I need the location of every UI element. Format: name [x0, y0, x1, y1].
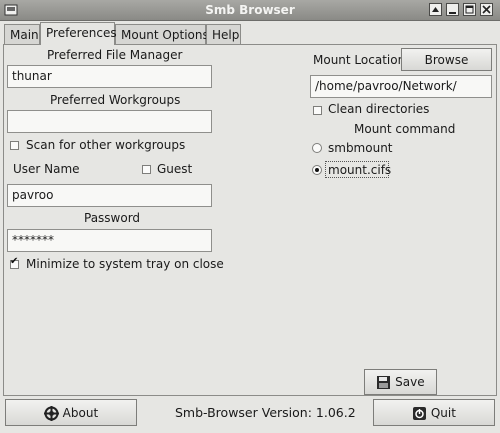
- file-manager-label: Preferred File Manager: [47, 48, 183, 62]
- title-bar[interactable]: Smb Browser: [0, 0, 500, 21]
- browse-button[interactable]: Browse: [401, 48, 492, 71]
- shade-button[interactable]: [429, 3, 442, 16]
- workgroups-label: Preferred Workgroups: [50, 93, 181, 107]
- tab-main[interactable]: Main: [4, 24, 40, 44]
- close-icon: [482, 5, 491, 14]
- mount-command-label: Mount command: [354, 122, 456, 136]
- password-label: Password: [84, 211, 141, 225]
- smbmount-label[interactable]: smbmount: [328, 141, 393, 155]
- scan-workgroups-label[interactable]: Scan for other workgroups: [26, 138, 185, 152]
- mount-cifs-label[interactable]: mount.cifs: [328, 163, 391, 177]
- mount-location-input[interactable]: /home/pavroo/Network/: [310, 75, 492, 98]
- guest-label[interactable]: Guest: [157, 162, 192, 176]
- clean-directories-checkbox[interactable]: [313, 106, 322, 115]
- quit-label: Quit: [430, 406, 456, 420]
- maximize-icon: [465, 5, 474, 14]
- mount-cifs-radio[interactable]: [312, 165, 322, 175]
- about-button[interactable]: About: [5, 399, 137, 426]
- about-label: About: [62, 406, 99, 420]
- password-input[interactable]: *******: [7, 229, 212, 252]
- save-button[interactable]: Save: [364, 369, 437, 395]
- maximize-button[interactable]: [463, 3, 476, 16]
- save-label: Save: [395, 375, 425, 389]
- file-manager-input[interactable]: thunar: [7, 65, 212, 88]
- version-text: Smb-Browser Version: 1.06.2: [175, 405, 356, 420]
- username-label: User Name: [13, 162, 80, 176]
- minimize-to-tray-checkbox[interactable]: [10, 256, 19, 269]
- minimize-button[interactable]: [446, 3, 459, 16]
- guest-checkbox[interactable]: [142, 165, 151, 174]
- smbmount-radio[interactable]: [312, 143, 322, 153]
- minimize-icon: [449, 12, 456, 14]
- tab-mount-options[interactable]: Mount Options: [115, 24, 209, 44]
- minimize-to-tray-label[interactable]: Minimize to system tray on close: [26, 257, 224, 271]
- shade-icon: [432, 7, 439, 12]
- quit-icon: [413, 407, 427, 420]
- close-button[interactable]: [480, 3, 493, 16]
- quit-button[interactable]: Quit: [373, 399, 495, 426]
- mount-location-label: Mount Location: [313, 53, 406, 67]
- workgroups-input[interactable]: [7, 110, 212, 133]
- about-icon: [43, 406, 59, 421]
- tab-preferences[interactable]: Preferences: [40, 22, 117, 45]
- floppy-disk-icon: [377, 376, 391, 389]
- scan-workgroups-checkbox[interactable]: [10, 141, 19, 150]
- window-title: Smb Browser: [205, 3, 295, 17]
- clean-directories-label[interactable]: Clean directories: [328, 102, 429, 116]
- tab-help[interactable]: Help: [206, 24, 241, 44]
- username-input[interactable]: pavroo: [7, 184, 212, 207]
